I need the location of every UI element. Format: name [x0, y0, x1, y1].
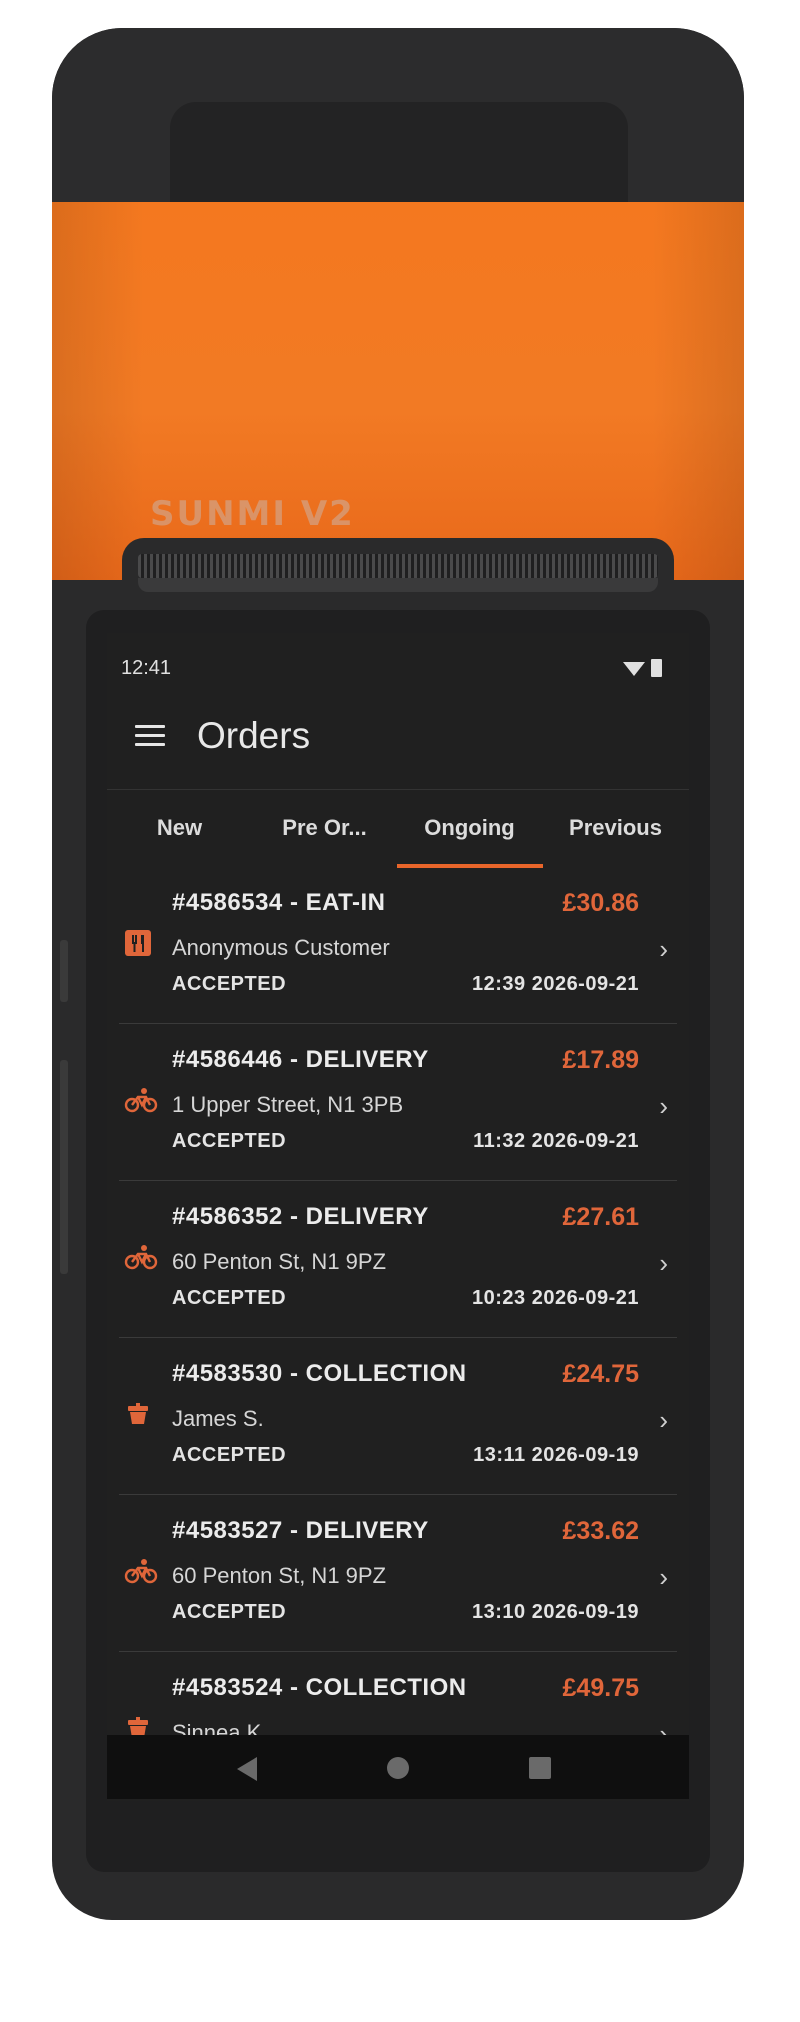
order-row[interactable]: #4586534 - EAT-IN £30.86 Anonymous Custo…	[119, 867, 677, 1024]
order-price: £30.86	[562, 889, 639, 917]
paper-lip	[138, 578, 658, 592]
android-nav-bar	[107, 1735, 689, 1799]
orders-list: #4586534 - EAT-IN £30.86 Anonymous Custo…	[107, 867, 689, 1801]
cover-shade-left	[52, 202, 144, 580]
order-title: #4586534 - EAT-IN	[172, 889, 386, 916]
collection-icon	[124, 1400, 152, 1433]
order-row[interactable]: #4586446 - DELIVERY £17.89 1 Upper Stree…	[119, 1024, 677, 1181]
tab-ongoing[interactable]: Ongoing	[397, 790, 542, 868]
status-time: 12:41	[121, 657, 172, 679]
app-screen: 12:41 Orders New Pre Or... Ongoing Previ…	[107, 633, 689, 1801]
battery-icon	[651, 659, 662, 677]
tab-bar: New Pre Or... Ongoing Previous	[107, 789, 689, 868]
tab-pre-orders[interactable]: Pre Or...	[252, 790, 397, 868]
order-row[interactable]: #4586352 - DELIVERY £27.61 60 Penton St,…	[119, 1181, 677, 1338]
device-brand-logo: SUNMI V2	[150, 494, 355, 534]
order-price: £49.75	[562, 1674, 639, 1702]
order-datetime: 13:10 2026-09-19	[471, 1601, 639, 1623]
order-price: £24.75	[562, 1360, 639, 1388]
paper-cutter	[138, 554, 658, 578]
order-datetime: 13:11 2026-09-19	[473, 1444, 639, 1466]
tab-previous[interactable]: Previous	[543, 790, 688, 868]
tab-new[interactable]: New	[107, 790, 252, 868]
order-address: 60 Penton St, N1 9PZ	[172, 1249, 387, 1274]
hamburger-menu-icon[interactable]	[135, 725, 165, 747]
order-status: ACCEPTED	[172, 1601, 287, 1623]
chevron-right-icon: ›	[659, 1091, 668, 1121]
order-datetime: 11:32 2026-09-21	[473, 1130, 639, 1152]
order-customer: Anonymous Customer	[172, 935, 390, 960]
bicycle-icon	[124, 1557, 158, 1590]
bicycle-icon	[124, 1243, 158, 1276]
app-bar: Orders	[107, 685, 689, 789]
order-datetime: 10:23 2026-09-21	[471, 1287, 639, 1309]
recent-apps-icon[interactable]	[529, 1757, 551, 1779]
side-button-upper[interactable]	[60, 940, 68, 1002]
back-icon[interactable]	[237, 1757, 257, 1781]
order-address: 1 Upper Street, N1 3PB	[172, 1092, 404, 1117]
chevron-right-icon: ›	[659, 1562, 668, 1592]
wifi-icon	[623, 662, 645, 676]
order-status: ACCEPTED	[172, 1130, 287, 1152]
status-bar: 12:41	[107, 633, 689, 685]
bicycle-icon	[124, 1086, 158, 1119]
cover-shade-right	[652, 202, 744, 580]
order-title: #4583530 - COLLECTION	[172, 1360, 467, 1387]
order-status: ACCEPTED	[172, 973, 287, 995]
order-row[interactable]: #4583530 - COLLECTION £24.75 James S. AC…	[119, 1338, 677, 1495]
order-row[interactable]: #4583527 - DELIVERY £33.62 60 Penton St,…	[119, 1495, 677, 1652]
order-status: ACCEPTED	[172, 1287, 287, 1309]
home-icon[interactable]	[387, 1757, 409, 1779]
order-status: ACCEPTED	[172, 1444, 287, 1466]
order-address: 60 Penton St, N1 9PZ	[172, 1563, 387, 1588]
order-customer: James S.	[172, 1406, 264, 1431]
order-title: #4583524 - COLLECTION	[172, 1674, 467, 1701]
order-title: #4586352 - DELIVERY	[172, 1203, 429, 1230]
side-button-lower[interactable]	[60, 1060, 68, 1274]
order-title: #4583527 - DELIVERY	[172, 1517, 429, 1544]
order-price: £17.89	[562, 1046, 639, 1074]
page-title: Orders	[197, 715, 311, 756]
eat-in-icon	[124, 929, 152, 962]
order-title: #4586446 - DELIVERY	[172, 1046, 429, 1073]
chevron-right-icon: ›	[659, 934, 668, 964]
order-datetime: 12:39 2026-09-21	[471, 973, 639, 995]
order-price: £27.61	[562, 1203, 639, 1231]
chevron-right-icon: ›	[659, 1248, 668, 1278]
chevron-right-icon: ›	[659, 1405, 668, 1435]
order-price: £33.62	[562, 1517, 639, 1545]
